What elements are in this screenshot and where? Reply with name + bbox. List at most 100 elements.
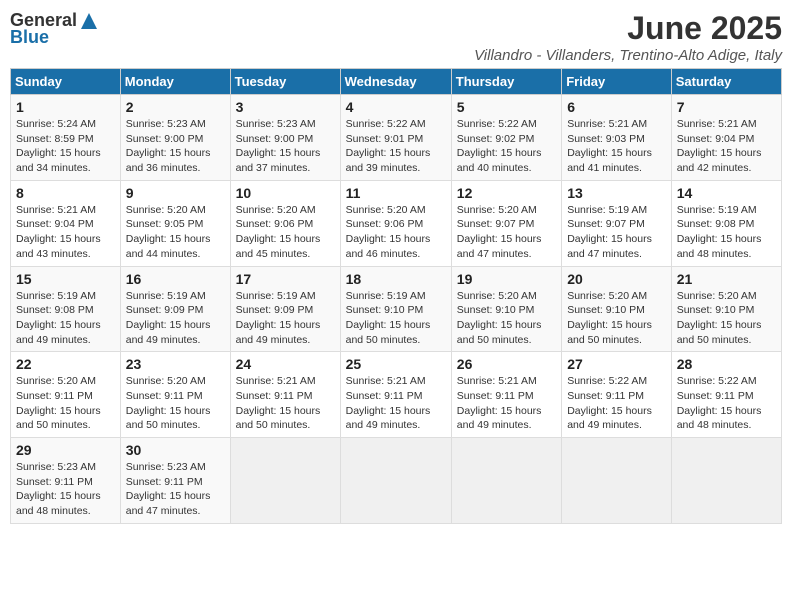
calendar-cell: 1 Sunrise: 5:24 AM Sunset: 8:59 PM Dayli… — [11, 95, 121, 181]
day-info: Sunrise: 5:20 AM Sunset: 9:05 PM Dayligh… — [126, 204, 211, 260]
logo-blue-text: Blue — [10, 27, 49, 48]
calendar-cell: 30 Sunrise: 5:23 AM Sunset: 9:11 PM Dayl… — [120, 438, 230, 524]
day-number: 13 — [567, 185, 666, 201]
day-number: 14 — [677, 185, 776, 201]
calendar-cell: 14 Sunrise: 5:19 AM Sunset: 9:08 PM Dayl… — [671, 180, 781, 266]
calendar-cell: 2 Sunrise: 5:23 AM Sunset: 9:00 PM Dayli… — [120, 95, 230, 181]
day-info: Sunrise: 5:19 AM Sunset: 9:07 PM Dayligh… — [567, 204, 652, 260]
calendar-week-row: 8 Sunrise: 5:21 AM Sunset: 9:04 PM Dayli… — [11, 180, 782, 266]
day-info: Sunrise: 5:20 AM Sunset: 9:07 PM Dayligh… — [457, 204, 542, 260]
day-number: 1 — [16, 99, 115, 115]
day-info: Sunrise: 5:19 AM Sunset: 9:10 PM Dayligh… — [346, 290, 431, 346]
day-info: Sunrise: 5:23 AM Sunset: 9:00 PM Dayligh… — [126, 118, 211, 174]
day-number: 6 — [567, 99, 666, 115]
calendar-cell — [230, 438, 340, 524]
month-title: June 2025 — [474, 10, 782, 47]
day-number: 29 — [16, 442, 115, 458]
column-header-friday: Friday — [562, 69, 672, 95]
calendar-cell: 28 Sunrise: 5:22 AM Sunset: 9:11 PM Dayl… — [671, 352, 781, 438]
day-number: 23 — [126, 356, 225, 372]
day-info: Sunrise: 5:23 AM Sunset: 9:11 PM Dayligh… — [16, 461, 101, 517]
day-info: Sunrise: 5:22 AM Sunset: 9:01 PM Dayligh… — [346, 118, 431, 174]
day-info: Sunrise: 5:20 AM Sunset: 9:10 PM Dayligh… — [457, 290, 542, 346]
column-header-tuesday: Tuesday — [230, 69, 340, 95]
calendar-table: SundayMondayTuesdayWednesdayThursdayFrid… — [10, 68, 782, 524]
calendar-week-row: 22 Sunrise: 5:20 AM Sunset: 9:11 PM Dayl… — [11, 352, 782, 438]
calendar-cell: 4 Sunrise: 5:22 AM Sunset: 9:01 PM Dayli… — [340, 95, 451, 181]
day-number: 19 — [457, 271, 556, 287]
calendar-header-row: SundayMondayTuesdayWednesdayThursdayFrid… — [11, 69, 782, 95]
calendar-cell — [451, 438, 561, 524]
calendar-cell: 8 Sunrise: 5:21 AM Sunset: 9:04 PM Dayli… — [11, 180, 121, 266]
day-info: Sunrise: 5:19 AM Sunset: 9:08 PM Dayligh… — [677, 204, 762, 260]
calendar-cell: 11 Sunrise: 5:20 AM Sunset: 9:06 PM Dayl… — [340, 180, 451, 266]
day-info: Sunrise: 5:19 AM Sunset: 9:09 PM Dayligh… — [126, 290, 211, 346]
calendar-cell: 6 Sunrise: 5:21 AM Sunset: 9:03 PM Dayli… — [562, 95, 672, 181]
calendar-cell: 25 Sunrise: 5:21 AM Sunset: 9:11 PM Dayl… — [340, 352, 451, 438]
day-info: Sunrise: 5:21 AM Sunset: 9:03 PM Dayligh… — [567, 118, 652, 174]
day-info: Sunrise: 5:22 AM Sunset: 9:11 PM Dayligh… — [677, 375, 762, 431]
calendar-cell: 17 Sunrise: 5:19 AM Sunset: 9:09 PM Dayl… — [230, 266, 340, 352]
day-number: 5 — [457, 99, 556, 115]
logo: General Blue — [10, 10, 101, 48]
logo-icon — [79, 11, 99, 31]
day-number: 27 — [567, 356, 666, 372]
day-info: Sunrise: 5:19 AM Sunset: 9:08 PM Dayligh… — [16, 290, 101, 346]
calendar-cell: 13 Sunrise: 5:19 AM Sunset: 9:07 PM Dayl… — [562, 180, 672, 266]
page-header: General Blue June 2025 Villandro - Villa… — [10, 10, 782, 64]
day-number: 2 — [126, 99, 225, 115]
day-info: Sunrise: 5:19 AM Sunset: 9:09 PM Dayligh… — [236, 290, 321, 346]
day-number: 9 — [126, 185, 225, 201]
calendar-cell — [562, 438, 672, 524]
day-number: 8 — [16, 185, 115, 201]
column-header-saturday: Saturday — [671, 69, 781, 95]
day-info: Sunrise: 5:21 AM Sunset: 9:11 PM Dayligh… — [346, 375, 431, 431]
day-number: 30 — [126, 442, 225, 458]
day-number: 10 — [236, 185, 335, 201]
day-info: Sunrise: 5:22 AM Sunset: 9:11 PM Dayligh… — [567, 375, 652, 431]
column-header-sunday: Sunday — [11, 69, 121, 95]
day-number: 7 — [677, 99, 776, 115]
title-block: June 2025 Villandro - Villanders, Trenti… — [474, 10, 782, 64]
day-number: 21 — [677, 271, 776, 287]
day-number: 26 — [457, 356, 556, 372]
calendar-cell: 24 Sunrise: 5:21 AM Sunset: 9:11 PM Dayl… — [230, 352, 340, 438]
day-info: Sunrise: 5:22 AM Sunset: 9:02 PM Dayligh… — [457, 118, 542, 174]
location-subtitle: Villandro - Villanders, Trentino-Alto Ad… — [474, 47, 782, 64]
calendar-cell: 10 Sunrise: 5:20 AM Sunset: 9:06 PM Dayl… — [230, 180, 340, 266]
day-number: 17 — [236, 271, 335, 287]
calendar-week-row: 29 Sunrise: 5:23 AM Sunset: 9:11 PM Dayl… — [11, 438, 782, 524]
day-number: 22 — [16, 356, 115, 372]
calendar-cell: 3 Sunrise: 5:23 AM Sunset: 9:00 PM Dayli… — [230, 95, 340, 181]
calendar-cell — [340, 438, 451, 524]
day-number: 3 — [236, 99, 335, 115]
calendar-cell: 19 Sunrise: 5:20 AM Sunset: 9:10 PM Dayl… — [451, 266, 561, 352]
calendar-cell: 18 Sunrise: 5:19 AM Sunset: 9:10 PM Dayl… — [340, 266, 451, 352]
day-number: 11 — [346, 185, 446, 201]
day-info: Sunrise: 5:21 AM Sunset: 9:04 PM Dayligh… — [16, 204, 101, 260]
day-number: 24 — [236, 356, 335, 372]
calendar-week-row: 15 Sunrise: 5:19 AM Sunset: 9:08 PM Dayl… — [11, 266, 782, 352]
calendar-cell: 23 Sunrise: 5:20 AM Sunset: 9:11 PM Dayl… — [120, 352, 230, 438]
calendar-cell: 26 Sunrise: 5:21 AM Sunset: 9:11 PM Dayl… — [451, 352, 561, 438]
calendar-cell: 15 Sunrise: 5:19 AM Sunset: 9:08 PM Dayl… — [11, 266, 121, 352]
column-header-wednesday: Wednesday — [340, 69, 451, 95]
day-number: 4 — [346, 99, 446, 115]
calendar-cell: 29 Sunrise: 5:23 AM Sunset: 9:11 PM Dayl… — [11, 438, 121, 524]
day-number: 25 — [346, 356, 446, 372]
calendar-cell: 5 Sunrise: 5:22 AM Sunset: 9:02 PM Dayli… — [451, 95, 561, 181]
calendar-week-row: 1 Sunrise: 5:24 AM Sunset: 8:59 PM Dayli… — [11, 95, 782, 181]
calendar-cell: 9 Sunrise: 5:20 AM Sunset: 9:05 PM Dayli… — [120, 180, 230, 266]
day-number: 18 — [346, 271, 446, 287]
day-info: Sunrise: 5:21 AM Sunset: 9:11 PM Dayligh… — [457, 375, 542, 431]
day-info: Sunrise: 5:20 AM Sunset: 9:11 PM Dayligh… — [16, 375, 101, 431]
calendar-cell: 12 Sunrise: 5:20 AM Sunset: 9:07 PM Dayl… — [451, 180, 561, 266]
calendar-cell — [671, 438, 781, 524]
calendar-cell: 20 Sunrise: 5:20 AM Sunset: 9:10 PM Dayl… — [562, 266, 672, 352]
day-number: 16 — [126, 271, 225, 287]
day-number: 15 — [16, 271, 115, 287]
calendar-cell: 16 Sunrise: 5:19 AM Sunset: 9:09 PM Dayl… — [120, 266, 230, 352]
day-info: Sunrise: 5:20 AM Sunset: 9:10 PM Dayligh… — [567, 290, 652, 346]
day-info: Sunrise: 5:20 AM Sunset: 9:11 PM Dayligh… — [126, 375, 211, 431]
day-info: Sunrise: 5:21 AM Sunset: 9:04 PM Dayligh… — [677, 118, 762, 174]
